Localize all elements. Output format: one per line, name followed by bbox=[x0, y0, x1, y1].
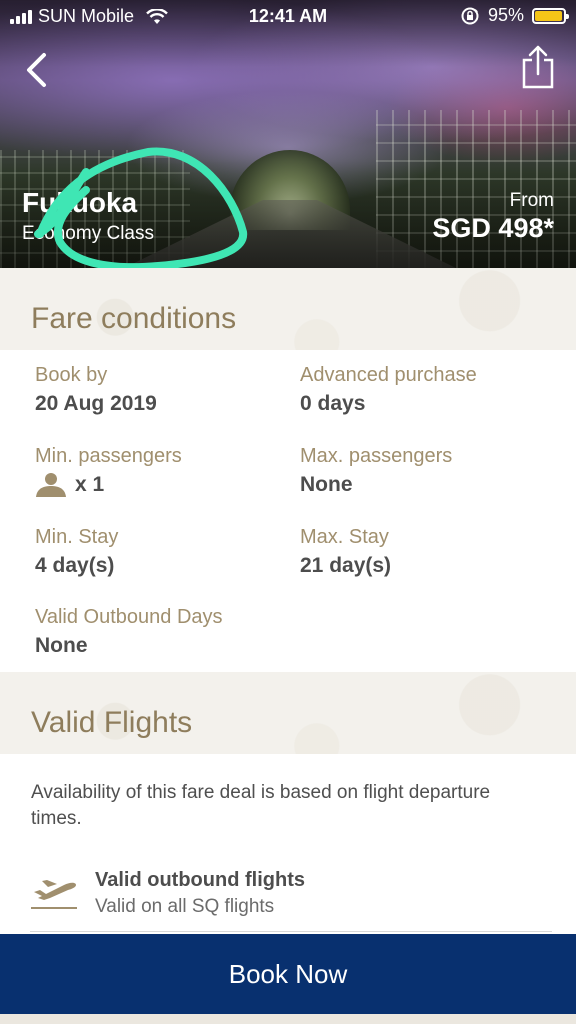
price-block: From SGD 498* bbox=[432, 190, 554, 244]
valid-flights-title: Valid Flights bbox=[31, 706, 193, 739]
price-prefix: From bbox=[509, 190, 554, 211]
condition-max-stay: Max. Stay 21 day(s) bbox=[300, 526, 391, 578]
outbound-flights-row[interactable]: Valid outbound flights Valid on all SQ f… bbox=[30, 866, 552, 932]
condition-label: Max. Stay bbox=[300, 526, 389, 548]
condition-label: Advanced purchase bbox=[300, 364, 477, 386]
condition-value: 21 day(s) bbox=[300, 554, 392, 577]
book-now-label: Book Now bbox=[228, 958, 348, 989]
status-right: 95% bbox=[460, 5, 569, 26]
condition-label: Max. passengers bbox=[300, 445, 453, 467]
battery-percent: 95% bbox=[487, 5, 524, 25]
chevron-left-icon[interactable] bbox=[22, 52, 52, 88]
min-passengers-count: x 1 bbox=[75, 473, 105, 496]
condition-label: Min. passengers bbox=[35, 445, 182, 467]
share-icon[interactable] bbox=[520, 44, 556, 90]
cabin-class: Economy Class bbox=[22, 223, 154, 244]
condition-min-passengers: Min. passengers x 1 bbox=[35, 445, 182, 497]
fare-conditions-header: Fare conditions bbox=[0, 268, 576, 350]
rotation-lock-icon bbox=[461, 7, 479, 24]
condition-value: 20 Aug 2019 bbox=[35, 392, 157, 415]
availability-note: Availability of this fare deal is based … bbox=[31, 782, 491, 829]
condition-value: None bbox=[35, 634, 88, 657]
condition-min-stay: Min. Stay 4 day(s) bbox=[35, 526, 118, 578]
condition-label: Min. Stay bbox=[35, 526, 119, 548]
condition-book-by: Book by 20 Aug 2019 bbox=[35, 364, 157, 416]
fare-conditions-title: Fare conditions bbox=[31, 302, 237, 335]
person-icon bbox=[36, 473, 66, 497]
condition-value: x 1 bbox=[35, 473, 182, 497]
price-amount: SGD 498* bbox=[432, 213, 554, 243]
status-bar: SUN Mobile 12:41 AM 95% bbox=[0, 0, 576, 34]
bottom-strip bbox=[0, 1014, 576, 1024]
condition-label: Book by bbox=[35, 364, 108, 386]
condition-value: 0 days bbox=[300, 392, 366, 415]
destination-block: Fukuoka Economy Class bbox=[22, 187, 154, 245]
valid-flights-header: Valid Flights bbox=[0, 672, 576, 754]
book-now-button[interactable]: Book Now bbox=[0, 934, 576, 1014]
condition-advanced-purchase: Advanced purchase 0 days bbox=[300, 364, 477, 416]
condition-valid-outbound-days: Valid Outbound Days None bbox=[35, 606, 223, 658]
outbound-flights-title: Valid outbound flights bbox=[95, 869, 305, 891]
condition-label: Valid Outbound Days bbox=[35, 606, 223, 628]
outbound-flights-detail: Valid on all SQ flights bbox=[95, 896, 275, 917]
condition-value: 4 day(s) bbox=[35, 554, 115, 577]
battery-fill bbox=[535, 10, 562, 21]
plane-departure-icon bbox=[31, 880, 77, 909]
fare-conditions-card: Book by 20 Aug 2019 Advanced purchase 0 … bbox=[0, 350, 576, 672]
destination-city: Fukuoka bbox=[22, 187, 138, 218]
battery-icon bbox=[532, 7, 569, 24]
condition-max-passengers: Max. passengers None bbox=[300, 445, 452, 497]
valid-flights-card: Availability of this fare deal is based … bbox=[0, 754, 576, 934]
condition-value: None bbox=[300, 473, 353, 496]
